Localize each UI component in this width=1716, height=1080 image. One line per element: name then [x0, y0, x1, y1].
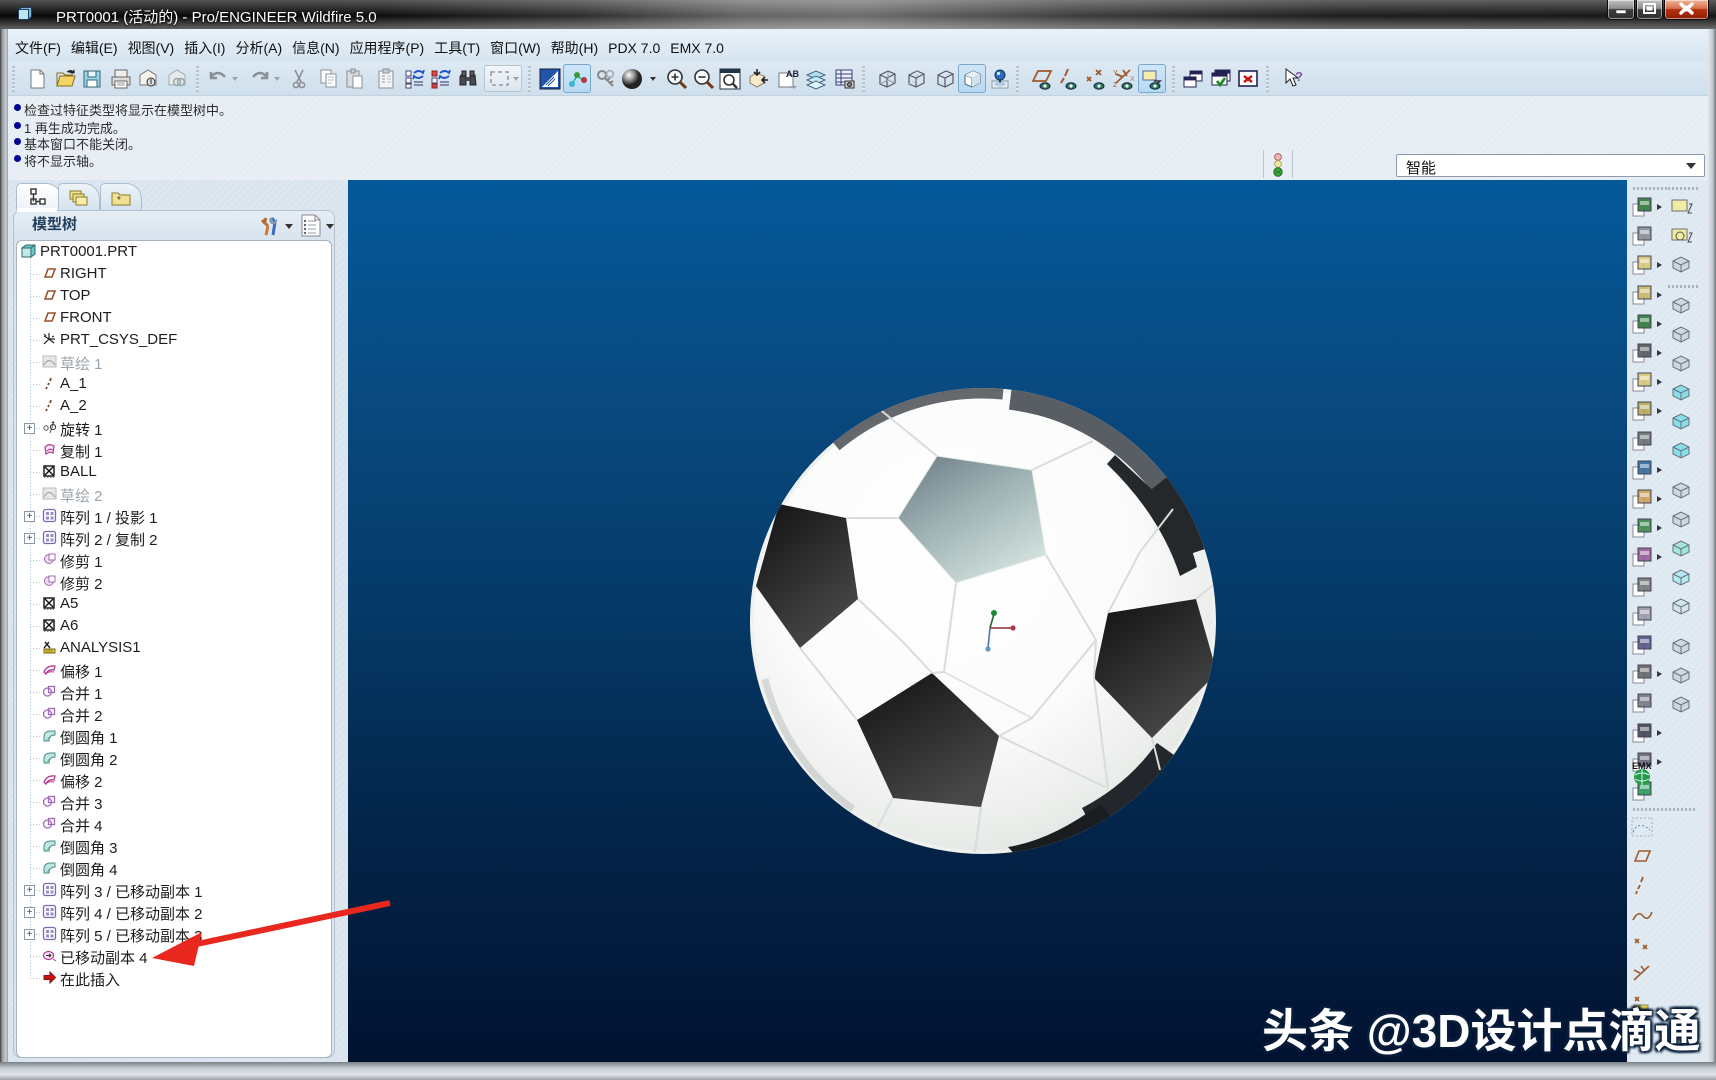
svg-text:AB: AB [786, 69, 799, 79]
svg-text:*: * [117, 195, 121, 206]
svg-text:?: ? [1295, 69, 1303, 84]
svg-text:Y: Y [1113, 70, 1118, 77]
svg-text:X: X [1130, 76, 1135, 83]
svg-text:Z: Z [1113, 82, 1118, 89]
